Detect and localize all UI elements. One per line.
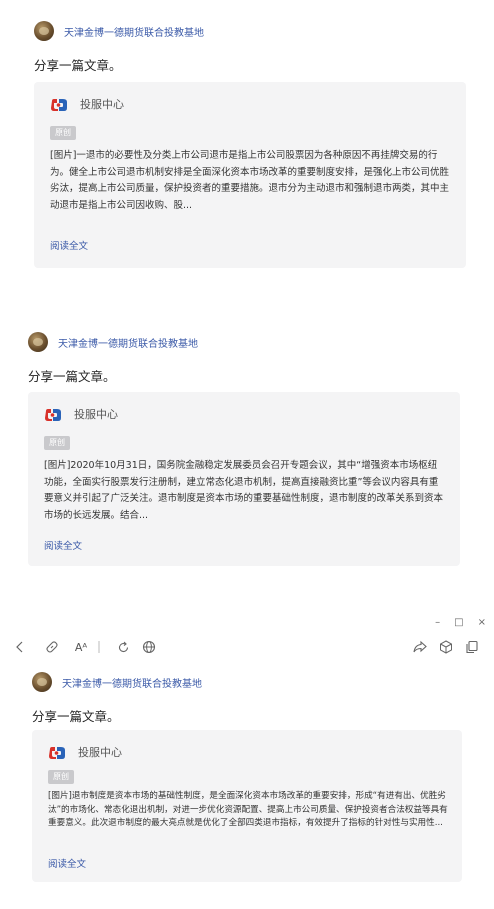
author-name[interactable]: 天津金博一德期货联合投教基地 — [62, 675, 202, 690]
post-text: 分享一篇文章。 — [32, 709, 120, 724]
source-name: 投服中心 — [78, 746, 122, 759]
avatar[interactable] — [32, 672, 52, 692]
article-excerpt: [图片]退市制度是资本市场的基础性制度，是全面深化资本市场改革的重要安排，形成“… — [48, 791, 448, 828]
card-source: 投服中心 — [48, 744, 122, 760]
read-more-link[interactable]: 阅读全文 — [48, 856, 86, 870]
author-row[interactable]: 天津金博一德期货联合投教基地 — [32, 671, 202, 693]
article-card[interactable]: 投服中心 原创 [图片]退市制度是资本市场的基础性制度，是全面深化资本市场改革的… — [32, 730, 462, 882]
source-logo-icon — [48, 745, 66, 759]
post-3: 天津金博一德期货联合投教基地 分享一篇文章。 投服中心 原创 [图片]退市制度是… — [0, 0, 494, 909]
original-badge: 原创 — [48, 770, 74, 784]
